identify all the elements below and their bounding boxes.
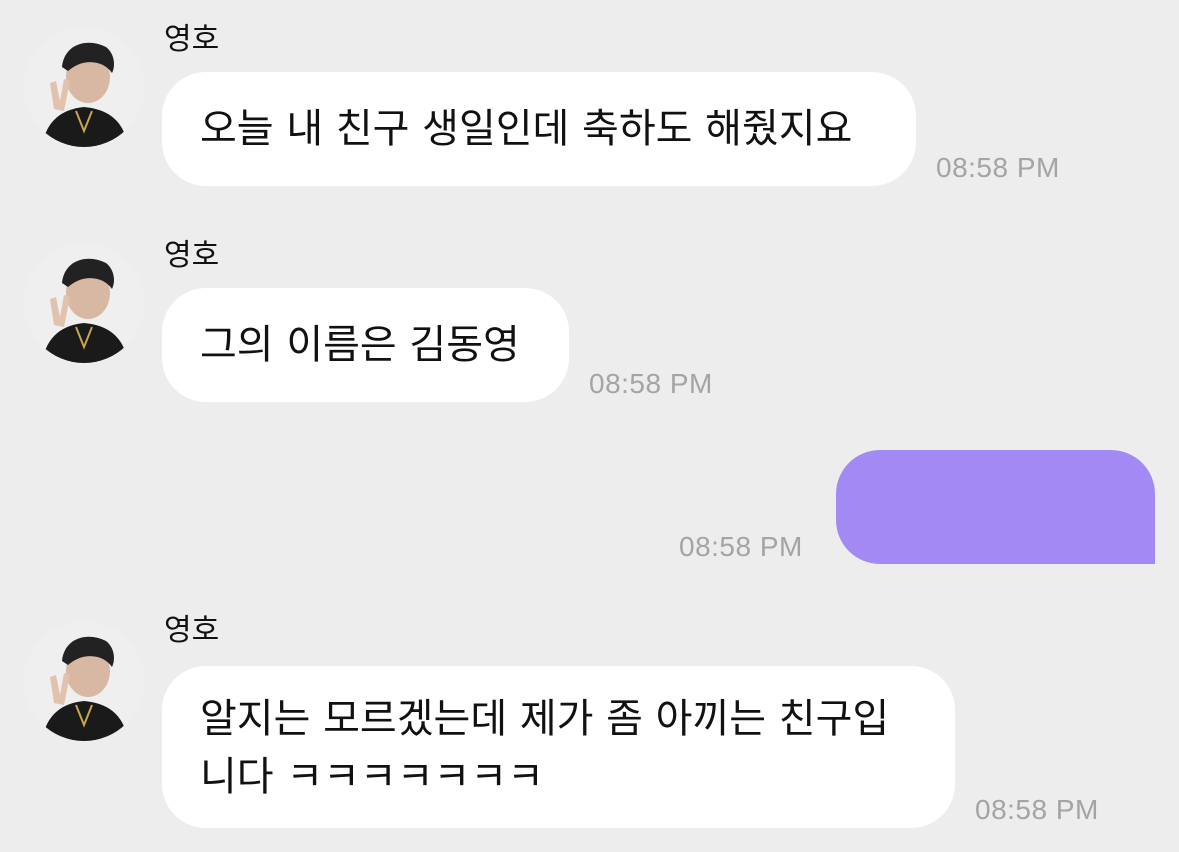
avatar-photo-icon xyxy=(24,621,144,741)
message-timestamp: 08:58 PM xyxy=(679,531,803,562)
avatar[interactable] xyxy=(24,243,144,363)
avatar-photo-icon xyxy=(24,243,144,363)
avatar[interactable] xyxy=(24,621,144,741)
message-timestamp: 08:58 PM xyxy=(589,368,713,399)
sender-name: 영호 xyxy=(164,238,220,273)
message-bubble[interactable]: 오늘 내 친구 생일인데 축하도 해줬지요 xyxy=(162,72,916,186)
message-bubble[interactable]: 알지는 모르겠는데 제가 좀 아끼는 친구입니다 ㅋㅋㅋㅋㅋㅋㅋ xyxy=(162,666,955,828)
sender-name: 영호 xyxy=(164,22,220,57)
message-timestamp: 08:58 PM xyxy=(936,152,1060,183)
message-timestamp: 08:58 PM xyxy=(975,794,1099,825)
sender-name: 영호 xyxy=(164,613,220,648)
avatar-photo-icon xyxy=(24,27,144,147)
avatar[interactable] xyxy=(24,27,144,147)
outgoing-message-bubble[interactable] xyxy=(836,450,1155,564)
message-bubble[interactable]: 그의 이름은 김동영 xyxy=(162,288,569,402)
